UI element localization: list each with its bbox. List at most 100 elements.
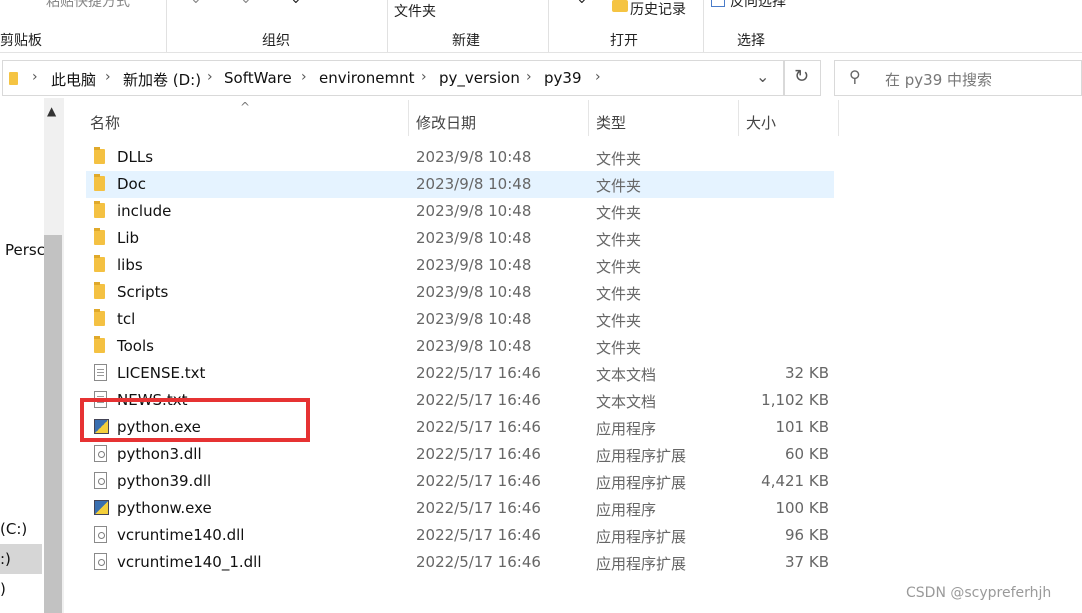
breadcrumb-environemnt[interactable]: environemnt (319, 69, 415, 87)
file-name: vcruntime140_1.dll (117, 553, 262, 571)
file-type: 文本文档 (596, 393, 657, 411)
file-row[interactable]: DLLs 2023/9/8 10:48 文件夹 (86, 144, 834, 171)
file-row[interactable]: LICENSE.txt 2022/5/17 16:46 文本文档 32 KB (86, 360, 834, 387)
file-name: Tools (117, 337, 154, 355)
file-row[interactable]: Tools 2023/9/8 10:48 文件夹 (86, 333, 834, 360)
watermark: CSDN @scypreferhjh (906, 585, 1052, 601)
dll-file-icon (94, 445, 107, 462)
file-type: 应用程序 (596, 501, 657, 519)
invert-selection-button[interactable]: 反向选择 (730, 0, 786, 11)
file-date: 2022/5/17 16:46 (416, 445, 541, 463)
chevron-right-icon[interactable]: › (32, 69, 38, 85)
move-to-chevron-icon[interactable]: ⌄ (190, 0, 202, 7)
ribbon-separator (166, 0, 167, 52)
file-row[interactable]: tcl 2023/9/8 10:48 文件夹 (86, 306, 834, 333)
file-date: 2023/9/8 10:48 (416, 175, 532, 193)
column-divider[interactable] (588, 100, 589, 136)
file-row[interactable]: Scripts 2023/9/8 10:48 文件夹 (86, 279, 834, 306)
file-row[interactable]: Doc 2023/9/8 10:48 文件夹 (86, 171, 834, 198)
file-type: 文件夹 (596, 150, 642, 168)
folder-icon (94, 309, 105, 326)
file-size: 60 KB (785, 445, 829, 463)
file-row[interactable]: pythonw.exe 2022/5/17 16:46 应用程序 100 KB (86, 495, 834, 522)
sort-ascending-icon: ^ (240, 100, 251, 114)
file-name: libs (117, 256, 143, 274)
chevron-down-icon[interactable]: ⌄ (756, 67, 769, 86)
file-type: 文本文档 (596, 366, 657, 384)
file-name: include (117, 202, 172, 220)
file-date: 2023/9/8 10:48 (416, 202, 532, 220)
column-header-type[interactable]: 类型 (596, 112, 626, 133)
column-header-name[interactable]: 名称 (90, 112, 120, 133)
file-date: 2023/9/8 10:48 (416, 337, 532, 355)
file-row[interactable]: libs 2023/9/8 10:48 文件夹 (86, 252, 834, 279)
breadcrumb-this-pc[interactable]: 此电脑 (51, 69, 96, 90)
file-row[interactable]: Lib 2023/9/8 10:48 文件夹 (86, 225, 834, 252)
column-header-size[interactable]: 大小 (746, 112, 776, 133)
group-clipboard: 剪贴板 (0, 33, 42, 49)
file-type: 应用程序扩展 (596, 555, 687, 573)
file-name: DLLs (117, 148, 154, 166)
breadcrumb-py-version[interactable]: py_version (439, 69, 520, 87)
new-folder-button[interactable]: 文件夹 (394, 1, 436, 21)
chevron-right-icon[interactable]: › (595, 69, 601, 85)
group-new: 新建 (452, 33, 480, 49)
search-icon: ⚲ (849, 67, 861, 86)
refresh-icon: ↻ (794, 66, 810, 87)
nav-item-drive-c[interactable]: (C:) (0, 520, 27, 538)
file-name: LICENSE.txt (117, 364, 206, 382)
file-name: python3.dll (117, 445, 202, 463)
file-type: 应用程序扩展 (596, 528, 687, 546)
chevron-right-icon[interactable]: › (301, 69, 307, 85)
file-name: python39.dll (117, 472, 212, 490)
file-row[interactable]: vcruntime140.dll 2022/5/17 16:46 应用程序扩展 96 … (86, 522, 834, 549)
breadcrumb-drive-d[interactable]: 新加卷 (D:) (123, 69, 201, 90)
column-divider[interactable] (738, 100, 739, 136)
file-size: 4,421 KB (761, 472, 829, 490)
file-row[interactable]: python3.dll 2022/5/17 16:46 应用程序扩展 60 KB (86, 441, 834, 468)
file-name: Lib (117, 229, 140, 247)
nav-item-drive[interactable]: ) (0, 580, 6, 598)
file-row[interactable]: include 2023/9/8 10:48 文件夹 (86, 198, 834, 225)
file-name: tcl (117, 310, 136, 328)
history-button[interactable]: 历史记录 (630, 0, 686, 19)
folder-icon (94, 228, 105, 245)
ribbon-separator (703, 0, 704, 52)
file-type: 文件夹 (596, 258, 642, 276)
paste-shortcut-button[interactable]: 粘贴快捷方式 (46, 0, 130, 11)
search-placeholder: 在 py39 中搜索 (885, 71, 993, 89)
file-date: 2022/5/17 16:46 (416, 553, 541, 571)
breadcrumb-software[interactable]: SoftWare (224, 69, 292, 87)
chevron-right-icon[interactable]: › (207, 69, 213, 85)
search-input[interactable]: ⚲ 在 py39 中搜索 (834, 60, 1082, 96)
chevron-right-icon[interactable]: › (105, 69, 111, 85)
nav-item-drive[interactable]: :) (0, 550, 11, 568)
file-size: 100 KB (775, 499, 829, 517)
copy-to-chevron-icon[interactable]: ⌄ (240, 0, 252, 7)
file-size: 32 KB (785, 364, 829, 382)
file-type: 文件夹 (596, 231, 642, 249)
chevron-right-icon[interactable]: › (421, 69, 427, 85)
address-bar[interactable]: › 此电脑 › 新加卷 (D:) › SoftWare › environemn… (2, 60, 784, 96)
file-type: 文件夹 (596, 177, 642, 195)
nav-scrollbar-thumb[interactable] (44, 235, 62, 613)
file-date: 2022/5/17 16:46 (416, 364, 541, 382)
group-select: 选择 (737, 33, 765, 49)
properties-chevron-icon[interactable]: ⌄ (576, 0, 588, 7)
scroll-up-arrow-icon[interactable]: ▲ (47, 104, 56, 118)
refresh-button[interactable]: ↻ (784, 60, 821, 96)
ribbon: 粘贴快捷方式 ⌄ ⌄ ⌄ 文件夹 ⌄ 历史记录 反向选择 剪贴板 组织 新建 打… (0, 0, 1082, 53)
chevron-right-icon[interactable]: › (526, 69, 532, 85)
folder-icon (94, 147, 105, 164)
column-header-date[interactable]: 修改日期 (416, 112, 476, 133)
nav-item-personal[interactable]: Persc (5, 241, 45, 259)
delete-chevron-icon[interactable]: ⌄ (290, 0, 302, 7)
file-row[interactable]: vcruntime140_1.dll 2022/5/17 16:46 应用程序扩展 3… (86, 549, 834, 576)
file-date: 2022/5/17 16:46 (416, 526, 541, 544)
file-row[interactable]: python39.dll 2022/5/17 16:46 应用程序扩展 4,421 K… (86, 468, 834, 495)
column-divider[interactable] (838, 100, 839, 136)
file-date: 2022/5/17 16:46 (416, 499, 541, 517)
dll-file-icon (94, 472, 107, 489)
breadcrumb-py39[interactable]: py39 (544, 69, 582, 87)
column-divider[interactable] (408, 100, 409, 136)
